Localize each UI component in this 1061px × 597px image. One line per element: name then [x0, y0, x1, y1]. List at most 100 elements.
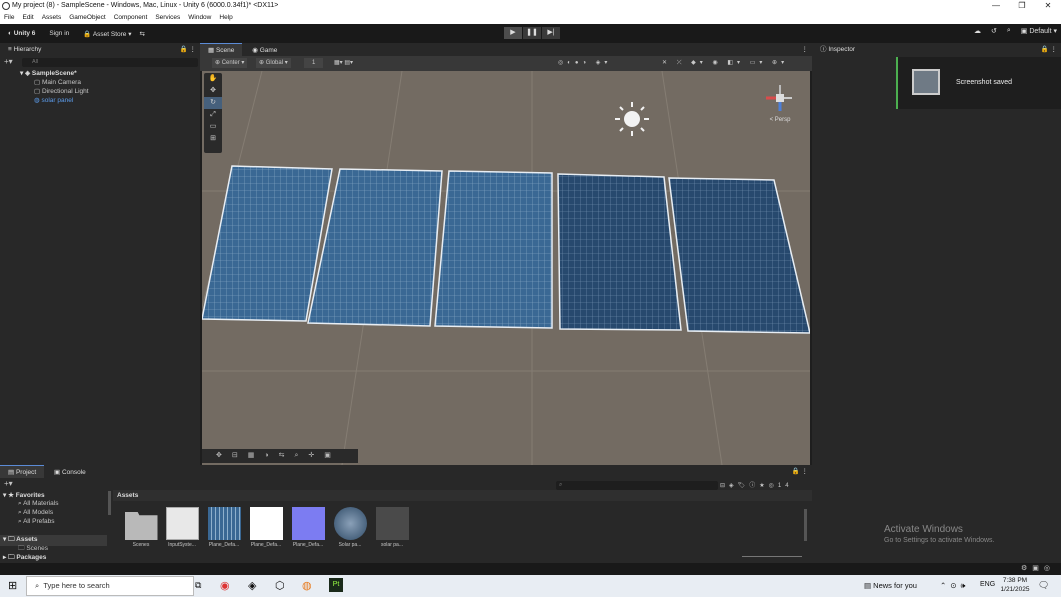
- layout-dropdown[interactable]: ▣ Default ▾: [1021, 27, 1057, 35]
- scene-menu-icon[interactable]: ⋮: [802, 43, 809, 56]
- hierarchy-item-directional-light[interactable]: ▢ Directional Light: [34, 87, 89, 95]
- status-icons[interactable]: ⚙▣◎: [1021, 564, 1055, 572]
- search-input[interactable]: All: [22, 58, 198, 67]
- menu-services[interactable]: Services: [155, 12, 180, 24]
- tab-project[interactable]: ▤ Project: [0, 465, 45, 478]
- tab-hierarchy[interactable]: ≡ Hierarchy: [0, 43, 49, 56]
- asset-item[interactable]: InputSyste...: [164, 507, 200, 548]
- menu-edit[interactable]: Edit: [22, 12, 33, 24]
- task-view-icon[interactable]: ⧉: [195, 580, 201, 591]
- bottom-overlay-toolbar[interactable]: ✥⊟▦◑⇆⌕✛▣: [202, 449, 358, 463]
- assets-folder[interactable]: ▾ 🗀 Assets: [0, 535, 107, 546]
- project-add-icon[interactable]: +▾: [4, 479, 13, 488]
- menu-gameobject[interactable]: GameObject: [69, 12, 106, 24]
- favorite-all-models[interactable]: ⌕ All Models: [18, 509, 53, 517]
- grid-size-field[interactable]: 1: [304, 58, 324, 68]
- news-widget[interactable]: ▤ News for you: [864, 581, 917, 590]
- menu-file[interactable]: File: [4, 12, 14, 24]
- rect-tool-icon[interactable]: ▭: [204, 121, 222, 133]
- signin-button[interactable]: Sign in: [49, 30, 69, 37]
- hierarchy-header: ≡ Hierarchy 🔒 ⋮: [0, 43, 200, 56]
- zoom-slider[interactable]: [742, 556, 802, 557]
- tab-scene[interactable]: ▦ Scene: [200, 43, 243, 56]
- material-thumbnail: [249, 507, 283, 540]
- hierarchy-menu-icon[interactable]: 🔒 ⋮: [180, 43, 196, 56]
- asset-item[interactable]: Scenes: [123, 507, 159, 548]
- inspector-menu-icon[interactable]: 🔒 ⋮: [1041, 43, 1057, 56]
- transform-tool-icon[interactable]: ⊞: [204, 133, 222, 145]
- pause-icon[interactable]: ❚❚: [523, 27, 541, 39]
- favorite-all-materials[interactable]: ⌕ All Materials: [18, 500, 59, 508]
- asset-store-button[interactable]: 🔒 Asset Store ▾: [83, 30, 131, 38]
- windows-start-icon[interactable]: ⊞: [8, 579, 17, 592]
- move-tool-icon[interactable]: ✥: [204, 85, 222, 97]
- minimize-button[interactable]: —: [983, 0, 1009, 12]
- scene-render: [202, 71, 810, 465]
- notifications-icon[interactable]: 🗨: [1038, 580, 1049, 591]
- add-icon[interactable]: +▾: [4, 57, 13, 66]
- tray-icons[interactable]: ⌃⊙🕪: [940, 581, 969, 591]
- tree-scrollbar[interactable]: [108, 491, 111, 515]
- blender-icon[interactable]: ◍: [302, 579, 312, 592]
- screenshot-thumbnail: [912, 69, 940, 95]
- overlay-icons[interactable]: ✕ ⤫ ◆▾ ◉ ◧▾ ▭▾ ⊕▾: [662, 56, 788, 71]
- favorite-all-prefabs[interactable]: ⌕ All Prefabs: [18, 518, 55, 526]
- scene-toolbar: ⊕ Center ▾ ⊕ Global ▾ 1 ▦▾ ▤▾ ◎◐●◑ ◈▾ ✕ …: [200, 56, 812, 71]
- menu-window[interactable]: Window: [188, 12, 211, 24]
- perspective-label[interactable]: < Persp: [760, 117, 800, 123]
- version-control-icon[interactable]: ⇆: [140, 30, 145, 38]
- menu-assets[interactable]: Assets: [42, 12, 62, 24]
- pivot-dropdown[interactable]: ⊕ Center ▾: [212, 58, 248, 68]
- title-bar: My project (8) - SampleScene - Windows, …: [0, 0, 1061, 12]
- close-button[interactable]: ✕: [1035, 0, 1061, 12]
- asset-item[interactable]: Plane_Defa...: [248, 507, 284, 548]
- tab-inspector[interactable]: ⓘ Inspector: [812, 43, 863, 56]
- unity-icon[interactable]: ⬡: [275, 579, 285, 592]
- history-icon[interactable]: ↺: [991, 27, 997, 35]
- hierarchy-item-main-camera[interactable]: ▢ Main Camera: [34, 78, 81, 86]
- taskbar-search-input[interactable]: ⌕ Type here to search: [26, 576, 194, 596]
- maximize-button[interactable]: ❐: [1009, 0, 1035, 12]
- tools-overlay: ✋ ✥ ↻ ⤢ ▭ ⊞: [204, 73, 222, 153]
- rotate-tool-icon[interactable]: ↻: [204, 97, 222, 109]
- play-icon[interactable]: ▶: [504, 27, 522, 39]
- scene-viewport[interactable]: ✋ ✥ ↻ ⤢ ▭ ⊞ < Persp: [202, 71, 810, 465]
- project-filter-icons[interactable]: ⊟◈🏷ⓘ★◎14: [720, 480, 793, 489]
- menu-component[interactable]: Component: [114, 12, 148, 24]
- notification-text: Screenshot saved: [956, 79, 1013, 86]
- favorites-header[interactable]: ▾ ★ Favorites: [3, 491, 45, 499]
- axis-gizmo-icon: [766, 85, 792, 111]
- assets-scrollbar[interactable]: [804, 509, 807, 541]
- unity-hub-icon[interactable]: ◈: [248, 579, 256, 592]
- scale-tool-icon[interactable]: ⤢: [204, 109, 222, 121]
- hand-tool-icon[interactable]: ✋: [204, 73, 222, 85]
- material-sphere-icon: [333, 507, 367, 540]
- shading-icons[interactable]: ◎◐●◑ ◈▾: [558, 56, 611, 71]
- space-dropdown[interactable]: ⊕ Global ▾: [256, 58, 291, 68]
- clock[interactable]: 7:38 PM 1/21/2025: [1000, 576, 1030, 594]
- step-icon[interactable]: ▶|: [542, 27, 560, 39]
- breadcrumb[interactable]: Assets: [113, 490, 812, 501]
- orientation-gizmo[interactable]: < Persp: [760, 81, 800, 129]
- search-icon[interactable]: ⌕: [1007, 27, 1011, 35]
- pycharm-icon[interactable]: Pt: [329, 578, 343, 592]
- asset-item[interactable]: Solar pa...: [332, 507, 368, 548]
- asset-item[interactable]: Plane_Defa...: [206, 507, 242, 548]
- scene-row[interactable]: ▾ ◈ SampleScene*: [20, 69, 77, 77]
- main-toolbar: ◐ Unity 6 Sign in 🔒 Asset Store ▾ ⇆ ▶ ❚❚…: [0, 24, 1061, 43]
- cloud-icon[interactable]: ☁: [974, 27, 981, 35]
- project-search-input[interactable]: ⌕: [556, 481, 718, 490]
- menu-bar: File Edit Assets GameObject Component Se…: [0, 12, 1061, 24]
- tab-console[interactable]: ▣ Console: [46, 466, 94, 479]
- clock-date: 1/21/2025: [1000, 586, 1030, 593]
- menu-help[interactable]: Help: [219, 12, 232, 24]
- project-tabs: ▤ Project ▣ Console 🔒 ⋮: [0, 465, 812, 478]
- asset-item[interactable]: solar pa...: [374, 507, 410, 548]
- language-indicator[interactable]: ENG: [980, 581, 995, 588]
- chrome-icon[interactable]: ◉: [220, 579, 230, 592]
- project-menu-icon[interactable]: 🔒 ⋮: [792, 465, 808, 478]
- account-button[interactable]: ◐ Unity 6: [8, 30, 35, 37]
- hierarchy-item-solar-panel[interactable]: ◍ solar panel: [34, 96, 73, 104]
- asset-item[interactable]: Plane_Defa...: [290, 507, 326, 548]
- grid-snap-icon[interactable]: ▦▾ ▤▾: [334, 56, 353, 71]
